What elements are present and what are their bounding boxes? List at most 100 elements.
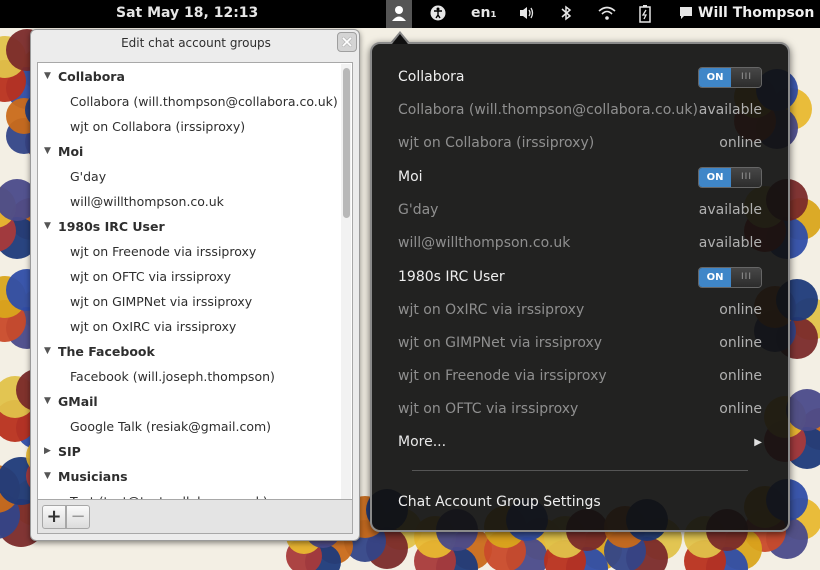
settings-label: Chat Account Group Settings bbox=[398, 494, 601, 510]
volume-icon[interactable] bbox=[518, 5, 536, 25]
expander-down-icon[interactable]: ▼ bbox=[44, 339, 56, 364]
user-menu-button[interactable] bbox=[386, 0, 412, 28]
toggle-on-label: ON bbox=[699, 268, 731, 287]
tree-row-label: Google Talk (resiak@gmail.com) bbox=[70, 419, 272, 434]
menu-row-label: wjt on OxIRC via irssiproxy bbox=[398, 302, 585, 318]
menu-row-label: Collabora (will.thompson@collabora.co.uk… bbox=[398, 102, 698, 118]
menu-row-label: 1980s IRC User bbox=[398, 269, 505, 285]
tree-row-label: Collabora bbox=[58, 69, 125, 84]
tree-row-label: Test (test@test.collabora.co.uk) bbox=[70, 489, 268, 499]
menu-row-label: wjt on Collabora (irssiproxy) bbox=[398, 135, 595, 151]
bluetooth-icon[interactable] bbox=[560, 5, 572, 25]
tree-row-label: wjt on GIMPNet via irssiproxy bbox=[70, 294, 253, 309]
tree-account-row[interactable]: Facebook (will.joseph.thompson) bbox=[38, 364, 338, 389]
presence-status: online bbox=[719, 368, 762, 384]
accessibility-icon[interactable] bbox=[430, 5, 446, 25]
tree-account-row[interactable]: wjt on Collabora (irssiproxy) bbox=[38, 114, 338, 139]
keyboard-layout-indicator[interactable]: en₁ bbox=[471, 5, 497, 21]
add-group-button[interactable]: + bbox=[42, 505, 66, 529]
tree-row-label: will@willthompson.co.uk bbox=[70, 194, 224, 209]
tree-account-row[interactable]: Test (test@test.collabora.co.uk) bbox=[38, 489, 338, 499]
chat-account-group-menu: Collabora ON III Collabora (will.thompson@c… bbox=[370, 42, 790, 532]
group-toggle-switch[interactable]: ON III bbox=[698, 267, 762, 288]
menu-row-label: wjt on GIMPNet via irssiproxy bbox=[398, 335, 603, 351]
tree-row-label: wjt on Collabora (irssiproxy) bbox=[70, 119, 246, 134]
menu-row-label: wjt on Freenode via irssiproxy bbox=[398, 368, 607, 384]
tree-account-row[interactable]: wjt on OFTC via irssiproxy bbox=[38, 264, 338, 289]
account-group-tree[interactable]: Test (test@test.collabora.co.uk)▼Musicia… bbox=[37, 62, 353, 500]
menu-row-label: will@willthompson.co.uk bbox=[398, 235, 571, 251]
expander-down-icon[interactable]: ▼ bbox=[44, 464, 56, 489]
menu-row-label: wjt on OFTC via irssiproxy bbox=[398, 401, 579, 417]
tree-row-label: The Facebook bbox=[58, 344, 155, 359]
tree-row-label: wjt on OFTC via irssiproxy bbox=[70, 269, 231, 284]
wifi-icon[interactable] bbox=[598, 5, 616, 25]
toggle-on-label: ON bbox=[699, 68, 731, 87]
tree-scrollbar[interactable] bbox=[341, 64, 351, 499]
toggle-knob[interactable]: III bbox=[731, 268, 761, 287]
menu-group-row[interactable]: 1980s IRC User ON III bbox=[372, 261, 788, 294]
menu-account-row[interactable]: will@willthompson.co.uk available bbox=[372, 227, 788, 260]
tree-group-row[interactable]: ▼ The Facebook bbox=[38, 339, 338, 364]
menu-account-row[interactable]: wjt on Collabora (irssiproxy) online bbox=[372, 127, 788, 160]
menu-account-row[interactable]: wjt on OFTC via irssiproxy online bbox=[372, 393, 788, 426]
expander-down-icon[interactable]: ▼ bbox=[44, 139, 56, 164]
toggle-knob[interactable]: III bbox=[731, 168, 761, 187]
user-name[interactable]: Will Thompson bbox=[698, 5, 814, 21]
menu-group-row[interactable]: Collabora ON III bbox=[372, 61, 788, 94]
tree-group-row[interactable]: ▼ Collabora bbox=[38, 64, 338, 89]
tree-group-row[interactable]: ▼ 1980s IRC User bbox=[38, 214, 338, 239]
tree-account-row[interactable]: G'day bbox=[38, 164, 338, 189]
menu-account-row[interactable]: wjt on GIMPNet via irssiproxy online bbox=[372, 327, 788, 360]
expander-down-icon[interactable]: ▼ bbox=[44, 214, 56, 239]
tree-group-row[interactable]: ▼ Musicians bbox=[38, 464, 338, 489]
expander-down-icon[interactable]: ▼ bbox=[44, 389, 56, 414]
expander-right-icon[interactable]: ▶ bbox=[44, 439, 56, 464]
tree-group-row[interactable]: ▼ Moi bbox=[38, 139, 338, 164]
battery-icon[interactable] bbox=[638, 5, 652, 27]
scrollbar-thumb[interactable] bbox=[343, 68, 350, 218]
group-toggle-switch[interactable]: ON III bbox=[698, 167, 762, 188]
toggle-on-label: ON bbox=[699, 168, 731, 187]
presence-status: online bbox=[719, 335, 762, 351]
chat-account-group-settings-item[interactable]: Chat Account Group Settings bbox=[372, 486, 788, 519]
tree-account-row[interactable]: wjt on Freenode via irssiproxy bbox=[38, 239, 338, 264]
clock[interactable]: Sat May 18, 12:13 bbox=[116, 5, 258, 21]
menu-separator bbox=[412, 470, 748, 471]
user-icon bbox=[392, 6, 406, 21]
menu-account-row[interactable]: G'day available bbox=[372, 194, 788, 227]
tree-row-label: GMail bbox=[58, 394, 98, 409]
toggle-knob[interactable]: III bbox=[731, 68, 761, 87]
tree-account-row[interactable]: Google Talk (resiak@gmail.com) bbox=[38, 414, 338, 439]
chat-bubble-icon[interactable] bbox=[678, 5, 694, 25]
presence-status: online bbox=[719, 135, 762, 151]
tree-row-label: Musicians bbox=[58, 469, 128, 484]
menu-row-label: Collabora bbox=[398, 69, 465, 85]
menu-account-row[interactable]: Collabora (will.thompson@collabora.co.uk… bbox=[372, 94, 788, 127]
tree-group-row[interactable]: ▶ SIP bbox=[38, 439, 338, 464]
presence-status: available bbox=[698, 235, 762, 251]
tree-row-label: SIP bbox=[58, 444, 81, 459]
expander-down-icon[interactable]: ▼ bbox=[44, 64, 56, 89]
close-button[interactable]: × bbox=[337, 32, 357, 52]
menu-group-row[interactable]: Moi ON III bbox=[372, 161, 788, 194]
group-toggle-switch[interactable]: ON III bbox=[698, 67, 762, 88]
tree-group-row[interactable]: ▼ GMail bbox=[38, 389, 338, 414]
tree-row-label: Facebook (will.joseph.thompson) bbox=[70, 369, 275, 384]
tree-account-row[interactable]: Collabora (will.thompson@collabora.co.uk… bbox=[38, 89, 338, 114]
menu-account-row[interactable]: wjt on Freenode via irssiproxy online bbox=[372, 360, 788, 393]
menu-pointer-inner bbox=[392, 34, 408, 44]
dialog-title: Edit chat account groups bbox=[121, 36, 271, 50]
tree-row-label: wjt on OxIRC via irssiproxy bbox=[70, 319, 237, 334]
tree-account-row[interactable]: wjt on OxIRC via irssiproxy bbox=[38, 314, 338, 339]
menu-row-label: Moi bbox=[398, 169, 423, 185]
tree-account-row[interactable]: will@willthompson.co.uk bbox=[38, 189, 338, 214]
tree-row-label: G'day bbox=[70, 169, 107, 184]
tree-row-label: Collabora (will.thompson@collabora.co.uk… bbox=[70, 94, 338, 109]
menu-account-row[interactable]: wjt on OxIRC via irssiproxy online bbox=[372, 294, 788, 327]
tree-row-label: wjt on Freenode via irssiproxy bbox=[70, 244, 257, 259]
more-label: More... bbox=[398, 434, 447, 450]
more-submenu-item[interactable]: More... ▶ bbox=[372, 426, 788, 459]
remove-group-button[interactable]: − bbox=[66, 505, 90, 529]
tree-account-row[interactable]: wjt on GIMPNet via irssiproxy bbox=[38, 289, 338, 314]
